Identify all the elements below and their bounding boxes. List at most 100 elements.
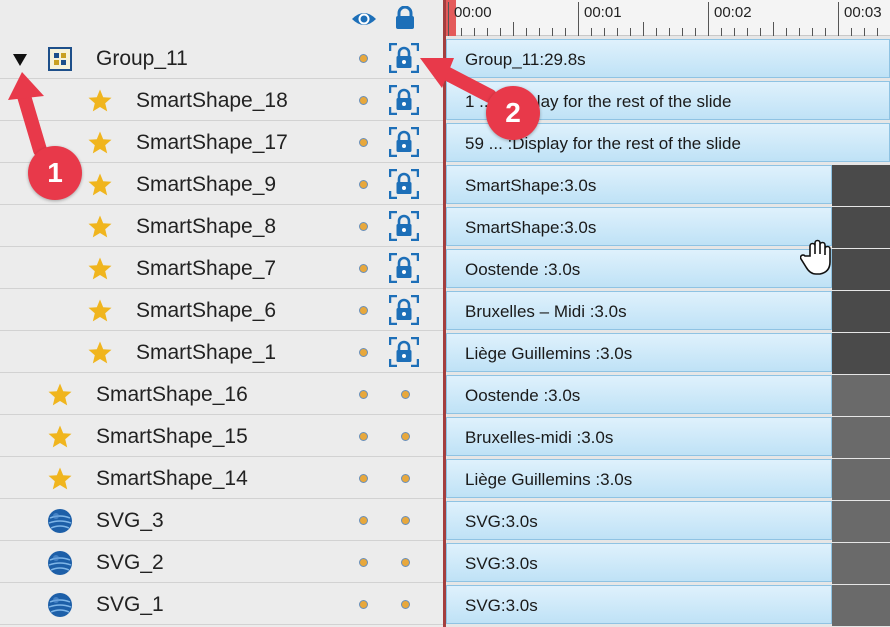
layer-row[interactable]: SmartShape_15	[0, 415, 444, 457]
ruler-major-tick	[578, 2, 579, 36]
ruler-minor-tick	[851, 28, 852, 36]
lock-toggle[interactable]	[401, 432, 410, 441]
timeline-bar[interactable]: SVG:3.0s	[446, 543, 832, 582]
visibility-toggle[interactable]	[359, 474, 368, 483]
timeline-bar[interactable]: Liège Guillemins :3.0s	[446, 459, 832, 498]
timeline-bar-label: Liège Guillemins :3.0s	[465, 344, 633, 363]
visibility-toggle[interactable]	[359, 264, 368, 273]
lock-toggle[interactable]	[401, 516, 410, 525]
layer-row[interactable]: SmartShape_7	[0, 247, 444, 289]
timeline-empty-area	[832, 165, 890, 206]
layer-row[interactable]: SmartShape_1	[0, 331, 444, 373]
locked-icon[interactable]	[388, 210, 420, 242]
expand-toggle-icon[interactable]	[12, 53, 28, 67]
locked-icon[interactable]	[388, 336, 420, 368]
ruler-minor-tick	[864, 28, 865, 36]
globe-icon	[47, 592, 73, 618]
timeline-bar[interactable]: Oostende :3.0s	[446, 249, 832, 288]
ruler-minor-tick	[812, 28, 813, 36]
lock-icon[interactable]	[394, 6, 416, 30]
timeline-bar[interactable]: SVG:3.0s	[446, 585, 832, 624]
visibility-toggle[interactable]	[359, 348, 368, 357]
visibility-toggle[interactable]	[359, 180, 368, 189]
ruler-minor-tick	[747, 28, 748, 36]
layer-row[interactable]: SVG_2	[0, 541, 444, 583]
time-ruler[interactable]: 00:00 00:01 00:02 00:03	[446, 0, 890, 36]
visibility-toggle[interactable]	[359, 222, 368, 231]
lock-toggle[interactable]	[401, 558, 410, 567]
ruler-minor-tick	[682, 28, 683, 36]
timeline-track: SmartShape:3.0s	[446, 163, 890, 206]
visibility-toggle[interactable]	[359, 432, 368, 441]
timeline-bar[interactable]: SmartShape:3.0s	[446, 165, 832, 204]
timeline-bar[interactable]: Bruxelles – Midi :3.0s	[446, 291, 832, 330]
layer-row[interactable]: SVG_1	[0, 583, 444, 625]
lock-toggle[interactable]	[401, 600, 410, 609]
visibility-toggle[interactable]	[359, 138, 368, 147]
ruler-minor-tick	[786, 28, 787, 36]
locked-icon[interactable]	[388, 126, 420, 158]
timeline-track: SVG:3.0s	[446, 583, 890, 626]
timeline-empty-area	[832, 291, 890, 332]
layer-row[interactable]: Group_11	[0, 37, 444, 79]
group-icon	[47, 46, 73, 72]
visibility-toggle[interactable]	[359, 306, 368, 315]
ruler-minor-tick	[721, 28, 722, 36]
star-icon	[87, 340, 113, 366]
timeline-bar[interactable]: Liège Guillemins :3.0s	[446, 333, 832, 372]
globe-icon	[47, 550, 73, 576]
eye-icon[interactable]	[350, 9, 378, 29]
star-icon	[87, 88, 113, 114]
locked-icon[interactable]	[388, 42, 420, 74]
timeline-bar-label: SVG:3.0s	[465, 596, 538, 615]
timeline-track: Group_11:29.8s	[446, 37, 890, 79]
locked-icon[interactable]	[388, 294, 420, 326]
locked-icon[interactable]	[388, 168, 420, 200]
timeline-bar-label: Oostende :3.0s	[465, 260, 581, 279]
ruler-minor-tick	[461, 28, 462, 36]
locked-icon[interactable]	[388, 84, 420, 116]
ruler-minor-tick	[630, 28, 631, 36]
timeline-bar[interactable]: Bruxelles-midi :3.0s	[446, 417, 832, 456]
star-icon	[87, 130, 113, 156]
layer-row[interactable]: SmartShape_14	[0, 457, 444, 499]
visibility-toggle[interactable]	[359, 558, 368, 567]
ruler-minor-tick	[500, 28, 501, 36]
lock-toggle[interactable]	[401, 390, 410, 399]
timeline-bar[interactable]: Group_11:29.8s	[446, 39, 890, 78]
layer-name: SmartShape_17	[136, 131, 288, 154]
layer-row[interactable]: SmartShape_16	[0, 373, 444, 415]
timeline-track: Liège Guillemins :3.0s	[446, 331, 890, 374]
layer-row[interactable]: SmartShape_6	[0, 289, 444, 331]
timeline-bar-label: SVG:3.0s	[465, 512, 538, 531]
ruler-time-label: 00:00	[454, 4, 492, 21]
star-icon	[87, 256, 113, 282]
locked-icon[interactable]	[388, 252, 420, 284]
ruler-minor-tick	[734, 28, 735, 36]
ruler-minor-tick	[513, 22, 514, 36]
star-icon	[87, 172, 113, 198]
ruler-minor-tick	[825, 28, 826, 36]
timeline-empty-area	[832, 543, 890, 584]
visibility-toggle[interactable]	[359, 390, 368, 399]
ruler-minor-tick	[656, 28, 657, 36]
timeline-bar[interactable]: SVG:3.0s	[446, 501, 832, 540]
visibility-toggle[interactable]	[359, 54, 368, 63]
ruler-minor-tick	[773, 22, 774, 36]
layer-row[interactable]: SmartShape_8	[0, 205, 444, 247]
timeline-bar[interactable]: SmartShape:3.0s	[446, 207, 832, 246]
ruler-minor-tick	[643, 22, 644, 36]
layer-row[interactable]: SVG_3	[0, 499, 444, 541]
visibility-toggle[interactable]	[359, 96, 368, 105]
globe-icon	[47, 508, 73, 534]
ruler-time-label: 00:03	[844, 4, 882, 21]
visibility-toggle[interactable]	[359, 516, 368, 525]
layer-row[interactable]: SmartShape_18	[0, 79, 444, 121]
timeline-bar-label: Group_11:29.8s	[465, 50, 586, 69]
timeline-empty-area	[832, 501, 890, 542]
timeline-bar[interactable]: Oostende :3.0s	[446, 375, 832, 414]
star-icon	[47, 382, 73, 408]
ruler-minor-tick	[669, 28, 670, 36]
visibility-toggle[interactable]	[359, 600, 368, 609]
lock-toggle[interactable]	[401, 474, 410, 483]
